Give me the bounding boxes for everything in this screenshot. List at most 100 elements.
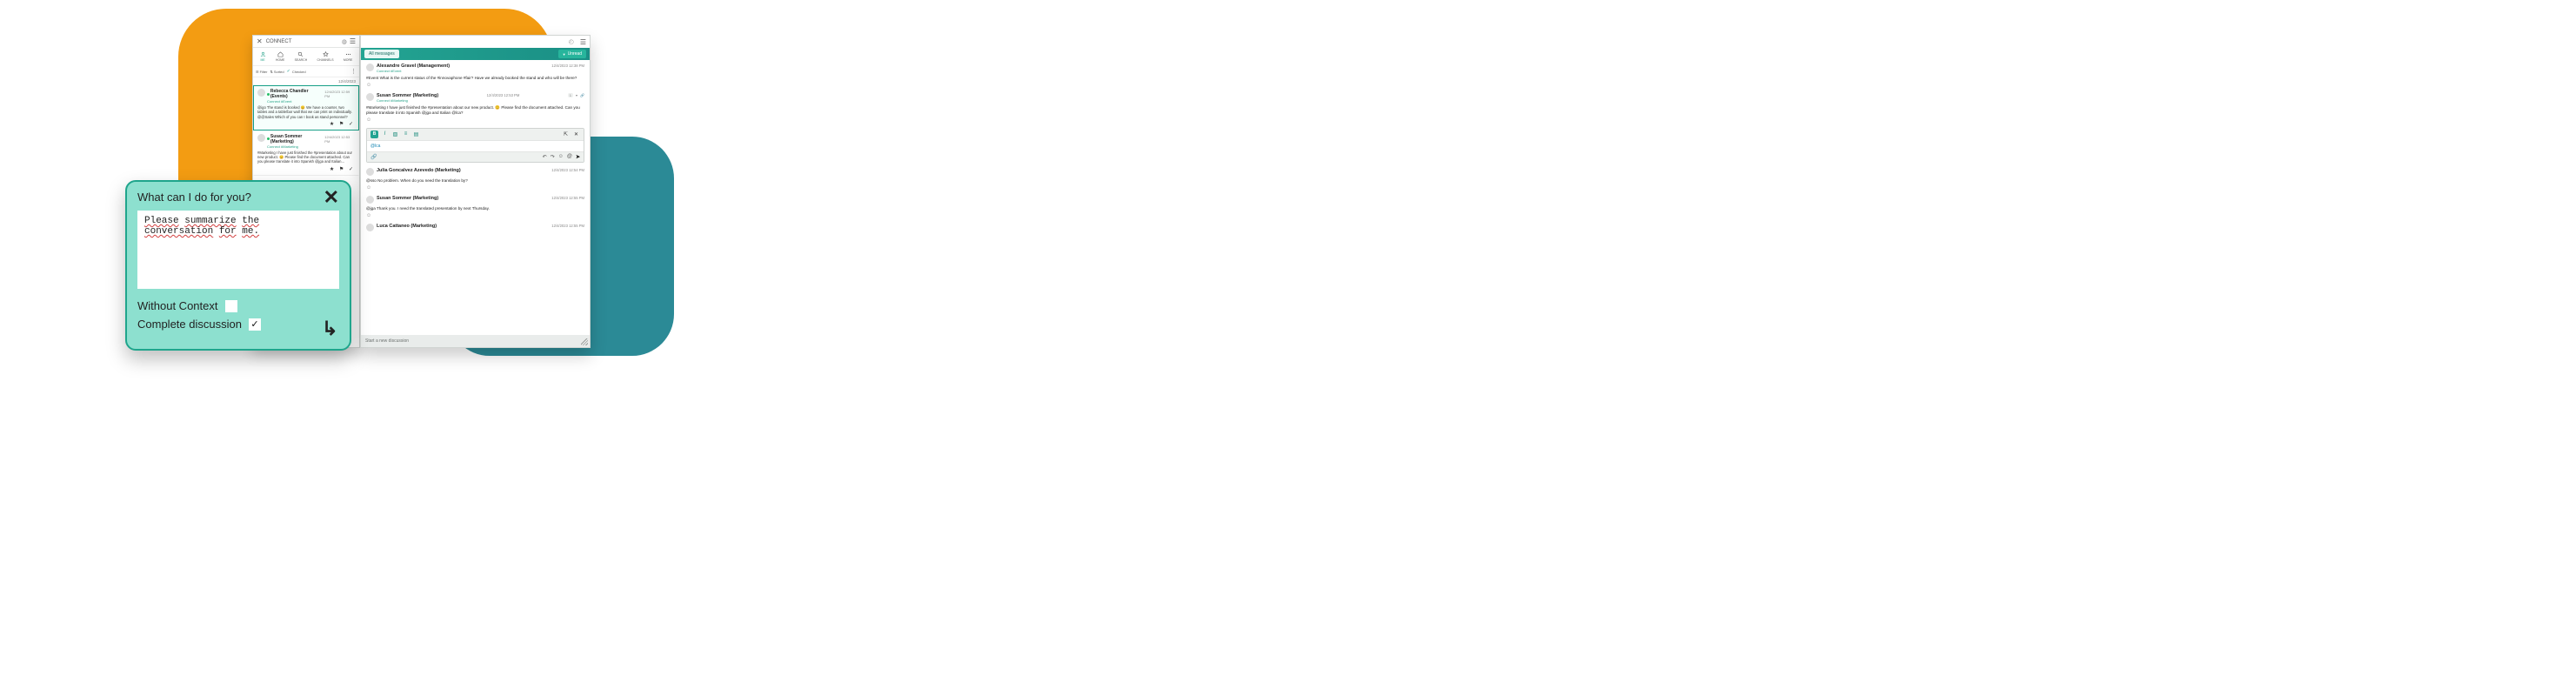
redo-icon[interactable]: ↷ [551, 154, 555, 160]
nav-search[interactable]: SEARCH [295, 51, 308, 62]
thread-channel: Connect #Event [267, 99, 355, 104]
compose-actions: 🔗 ↶ ↷ ☺ @ ➤ [367, 151, 584, 162]
heading-button[interactable]: ▧ [391, 130, 399, 138]
message-stream: Alexandre Gravel (Management) Connect #E… [361, 60, 590, 335]
avatar [257, 134, 265, 142]
compose-input[interactable]: @lca [367, 141, 584, 151]
message-timestamp: 12/4/2023 12:55 PM [551, 224, 584, 228]
reply-count-badge: 1 [568, 93, 573, 97]
attach-icon[interactable]: 🔗 [370, 154, 377, 160]
thread-preview: @igo The stand is booked 😊 We have a cou… [257, 105, 355, 119]
message-meta: 1 ▾ 🔗 [568, 93, 584, 97]
ai-prompt-input[interactable]: Please summarize the conversation for me… [137, 211, 339, 289]
nav-channels[interactable]: CHANNELS [317, 51, 334, 62]
without-context-option[interactable]: Without Context [137, 299, 339, 312]
check-icon[interactable]: ✓ [349, 167, 355, 172]
dropdown-icon[interactable]: ▾ [576, 93, 577, 97]
message-channel: Connect #Marketing [377, 98, 438, 103]
app-title: CONNECT [266, 39, 292, 44]
thread-card[interactable]: Rebecca Chandler (Events) 12/4/2023 12:5… [253, 85, 359, 130]
check-icon[interactable]: ✓ [349, 122, 355, 127]
complete-discussion-label: Complete discussion [137, 318, 242, 331]
unread-filter-button[interactable]: Unread [558, 50, 586, 58]
emoji-icon[interactable]: ☺ [558, 154, 564, 159]
italic-button[interactable]: I [381, 130, 389, 138]
message-timestamp: 12/4/2023 12:38 PM [551, 64, 584, 68]
mention-icon[interactable]: @ [567, 154, 572, 159]
resize-grip[interactable] [581, 338, 588, 345]
avatar [366, 224, 374, 231]
message-item: Luca Cattaneo (Marketing) 12/4/2023 12:5… [366, 224, 584, 231]
checked-button[interactable]: Checked [287, 69, 306, 74]
undo-icon[interactable]: ↶ [543, 154, 547, 160]
message-item: Alexandre Gravel (Management) Connect #E… [366, 64, 584, 88]
expand-icon[interactable]: ⇱ [562, 130, 570, 138]
thread-preview: #Marketing I have just finished the #pre… [257, 151, 355, 164]
close-icon[interactable]: ✕ [324, 191, 339, 204]
send-button[interactable]: ➤ [576, 154, 580, 160]
sorted-button[interactable]: ⇅ Sorted [270, 70, 284, 74]
nav-home-label: HOME [276, 58, 285, 62]
presence-dot [267, 93, 270, 96]
compose-toolbar: B I ▧ ≡ ▤ ⇱ ✕ [367, 129, 584, 141]
avatar [366, 64, 374, 71]
like-icon[interactable]: ☺ [366, 117, 584, 123]
complete-discussion-option[interactable]: Complete discussion ✓ [137, 318, 339, 331]
message-timestamp: 12/4/2023 12:55 PM [551, 196, 584, 200]
avatar [257, 89, 265, 97]
message-body: @sso No problem. When do you need the tr… [366, 178, 584, 184]
without-context-checkbox[interactable] [225, 300, 237, 312]
without-context-label: Without Context [137, 299, 218, 312]
like-icon[interactable]: ☺ [366, 185, 584, 191]
reply-compose-box: B I ▧ ≡ ▤ ⇱ ✕ @lca 🔗 ↶ ↷ ☺ @ ➤ [366, 128, 584, 163]
message-body: #Event What is the current status of the… [366, 76, 584, 81]
avatar [366, 196, 374, 204]
attachment-icon[interactable]: 🔗 [580, 93, 584, 97]
message-author: Susan Sommer (Marketing) [377, 196, 438, 201]
list-bullet-button[interactable]: ≡ [402, 130, 410, 138]
bell-icon[interactable]: ◴ [569, 38, 574, 45]
thread-menu-icon[interactable]: ⋮ [350, 70, 357, 74]
more-icon [345, 51, 351, 57]
close-icon[interactable]: ✕ [257, 37, 263, 45]
start-discussion-input[interactable]: Start a new discussion [361, 335, 590, 347]
messages-tabs: All messages Unread [361, 48, 590, 60]
thread-card[interactable]: Susan Sommer (Marketing) 12/4/2023 12:53… [253, 130, 359, 176]
like-icon[interactable]: ☺ [366, 83, 584, 88]
close-icon[interactable]: ✕ [572, 130, 580, 138]
submit-enter-icon[interactable]: ↲ [322, 318, 337, 340]
thread-channel: Connect #Marketing [267, 144, 355, 149]
nav-me[interactable]: ME [260, 51, 266, 62]
filter-button[interactable]: ☰ Filter [256, 70, 267, 74]
notification-icon[interactable]: ◍ [342, 38, 347, 45]
complete-discussion-checkbox[interactable]: ✓ [249, 318, 261, 331]
avatar [366, 168, 374, 176]
star-icon[interactable]: ★ [330, 167, 336, 172]
message-item: Julia Goncalvez Azevedo (Marketing) 12/4… [366, 168, 584, 191]
hamburger-icon[interactable]: ☰ [580, 38, 586, 46]
connect-header: ✕ CONNECT ◍ ☰ [253, 36, 359, 48]
avatar [366, 93, 374, 101]
messages-top-bar: ◴ ☰ [361, 36, 590, 48]
channels-icon [323, 51, 329, 57]
flag-icon[interactable]: ⚑ [339, 122, 345, 127]
nav-more[interactable]: MORE [344, 51, 353, 62]
star-icon[interactable]: ★ [330, 122, 336, 127]
message-author: Luca Cattaneo (Marketing) [377, 224, 437, 229]
tab-all-messages[interactable]: All messages [364, 50, 399, 58]
flag-icon[interactable]: ⚑ [339, 167, 345, 172]
message-body: #Marketing I have just finished the #pre… [366, 105, 584, 116]
user-icon [260, 51, 266, 57]
thread-timestamp: 12/4/2023 12:53 PM [324, 135, 355, 144]
left-nav: ME HOME SEARCH CHANNELS MORE [253, 48, 359, 66]
nav-home[interactable]: HOME [276, 51, 285, 62]
nav-search-label: SEARCH [295, 58, 308, 62]
menu-icon[interactable]: ☰ [350, 37, 356, 45]
nav-more-label: MORE [344, 58, 353, 62]
thread-timestamp: 12/4/2023 12:59 PM [324, 90, 355, 98]
thread-author: Rebecca Chandler (Events) [270, 89, 324, 99]
like-icon[interactable]: ☺ [366, 213, 584, 218]
list-number-button[interactable]: ▤ [412, 130, 420, 138]
search-icon [297, 51, 304, 57]
bold-button[interactable]: B [370, 130, 378, 138]
